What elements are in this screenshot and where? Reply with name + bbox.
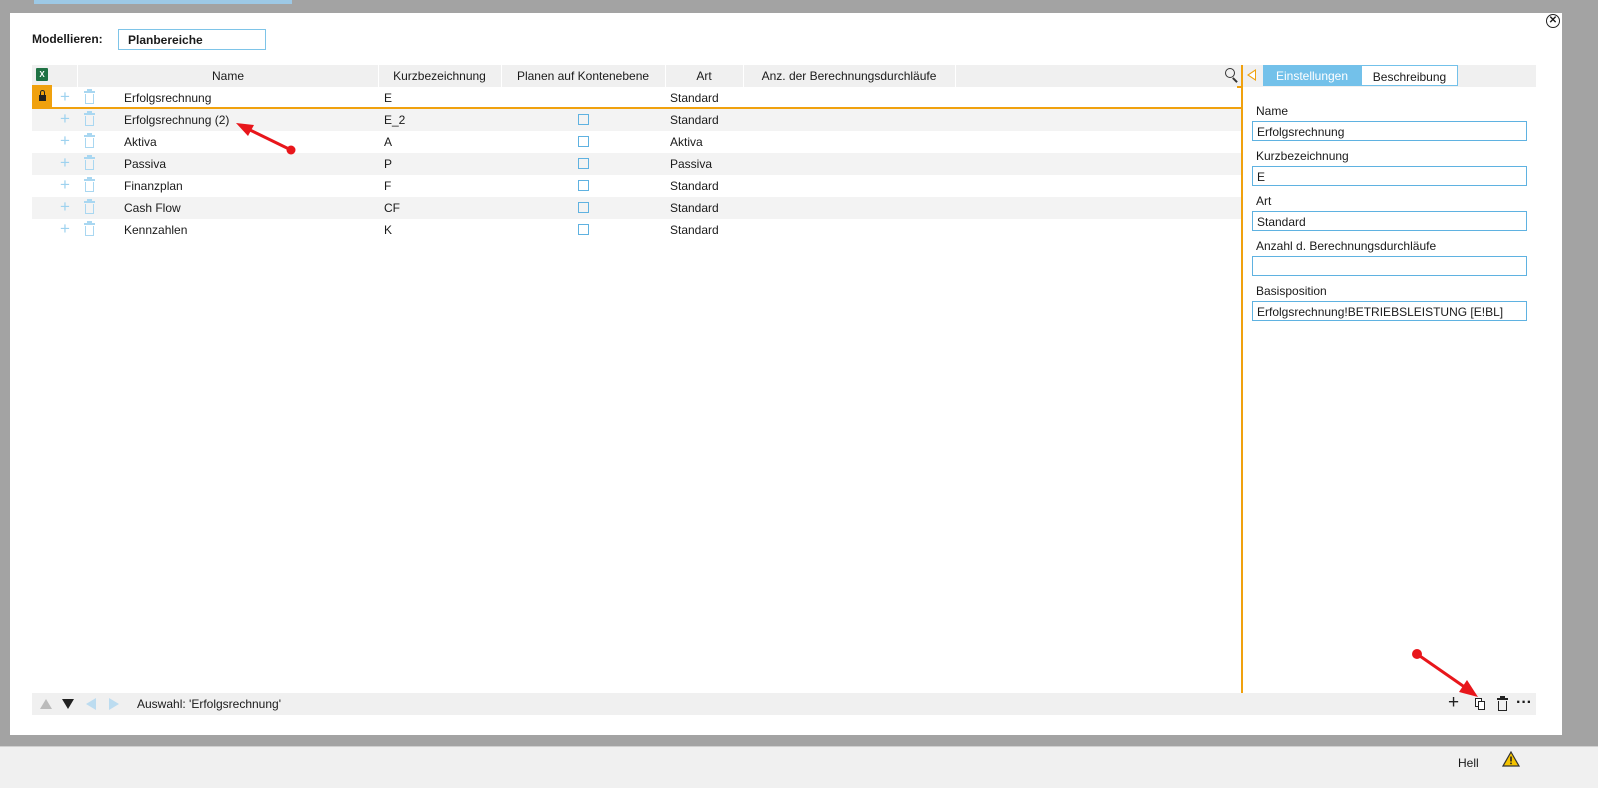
anzahl-field[interactable] xyxy=(1252,256,1527,276)
tab-einstellungen[interactable]: Einstellungen xyxy=(1263,65,1361,86)
delete-trash-icon[interactable] xyxy=(1497,696,1508,711)
cell-kurz: A xyxy=(384,135,393,149)
add-plus-icon[interactable]: + xyxy=(1448,693,1459,713)
column-header-anz-berechnungsdurchlaeufe[interactable]: Anz. der Berechnungsdurchläufe xyxy=(743,69,955,83)
delete-row-trash-icon[interactable] xyxy=(84,177,95,192)
cell-art: Standard xyxy=(670,91,719,105)
cell-kurz: E_2 xyxy=(384,113,406,127)
window-tab-indicator xyxy=(34,0,292,4)
add-row-plus-icon[interactable]: + xyxy=(60,110,70,128)
table-row[interactable]: + Finanzplan F Standard xyxy=(32,175,1241,197)
close-icon[interactable]: ✕ xyxy=(1546,14,1560,28)
delete-row-trash-icon[interactable] xyxy=(84,199,95,214)
more-icon[interactable]: ··· xyxy=(1516,694,1532,712)
name-field[interactable]: Erfolgsrechnung xyxy=(1252,121,1527,141)
field-label-kurzbezeichnung: Kurzbezeichnung xyxy=(1256,149,1349,163)
cell-name: Aktiva xyxy=(124,135,157,149)
kurzbezeichnung-field[interactable]: E xyxy=(1252,166,1527,186)
cell-art: Standard xyxy=(670,113,719,127)
planen-checkbox[interactable] xyxy=(578,180,589,191)
add-row-plus-icon[interactable]: + xyxy=(60,88,70,106)
cell-art: Aktiva xyxy=(670,135,703,149)
nav-down-icon[interactable] xyxy=(62,699,74,709)
excel-icon[interactable]: X xyxy=(36,68,48,81)
nav-first-icon[interactable] xyxy=(40,699,52,709)
cell-kurz: K xyxy=(384,223,393,237)
column-header-planen-auf-kontenebene[interactable]: Planen auf Kontenebene xyxy=(501,69,665,83)
add-row-plus-icon[interactable]: + xyxy=(60,132,70,150)
lock-icon xyxy=(32,85,52,107)
copy-icon[interactable] xyxy=(1475,698,1485,710)
column-header-kurzbezeichnung[interactable]: Kurzbezeichnung xyxy=(378,69,501,83)
delete-row-trash-icon[interactable] xyxy=(84,133,95,148)
cell-art: Standard xyxy=(670,179,719,193)
field-label-art: Art xyxy=(1256,194,1272,208)
selection-frame-bottom xyxy=(32,107,1243,109)
cell-name: Erfolgsrechnung (2) xyxy=(124,113,230,127)
planen-checkbox[interactable] xyxy=(578,202,589,213)
add-row-plus-icon[interactable]: + xyxy=(60,198,70,216)
add-row-plus-icon[interactable]: + xyxy=(60,154,70,172)
delete-row-trash-icon[interactable] xyxy=(84,221,95,236)
basisposition-field[interactable]: Erfolgsrechnung!BETRIEBSLEISTUNG [E!BL] xyxy=(1252,301,1527,321)
add-row-plus-icon[interactable]: + xyxy=(60,220,70,238)
cell-art: Standard xyxy=(670,223,719,237)
modellieren-field[interactable]: Planbereiche xyxy=(118,29,266,50)
side-panel-header: Einstellungen Beschreibung xyxy=(1243,65,1536,87)
field-label-basisposition: Basisposition xyxy=(1256,284,1327,298)
app-status-bar: Hell xyxy=(0,746,1598,788)
grid-header: X Name Kurzbezeichnung Planen auf Konten… xyxy=(32,65,1241,87)
tab-beschreibung[interactable]: Beschreibung xyxy=(1361,65,1458,86)
column-header-name[interactable]: Name xyxy=(78,69,378,83)
bottom-toolbar: Auswahl: 'Erfolgsrechnung' + ··· xyxy=(32,693,1536,715)
cell-art: Passiva xyxy=(670,157,713,171)
planbereiche-dialog: ✕ Modellieren: Planbereiche X Name Kurzb… xyxy=(10,13,1562,735)
table-row[interactable]: + Kennzahlen K Standard xyxy=(32,219,1241,241)
field-label-anzahl: Anzahl d. Berechnungsdurchläufe xyxy=(1256,239,1437,253)
planen-checkbox[interactable] xyxy=(578,136,589,147)
cell-name: Cash Flow xyxy=(124,201,181,215)
modellieren-label: Modellieren: xyxy=(32,32,103,46)
cell-name: Passiva xyxy=(124,157,167,171)
table-row[interactable]: + Passiva P Passiva xyxy=(32,153,1241,175)
table-row[interactable]: + Erfolgsrechnung (2) E_2 Standard xyxy=(32,109,1241,131)
table-row[interactable]: + Aktiva A Aktiva xyxy=(32,131,1241,153)
warning-icon[interactable] xyxy=(1502,751,1520,767)
cell-kurz: F xyxy=(384,179,392,193)
selection-frame-divider xyxy=(1241,65,1243,694)
table-row[interactable]: + Cash Flow CF Standard xyxy=(32,197,1241,219)
theme-label[interactable]: Hell xyxy=(1458,756,1479,770)
table-row[interactable]: + Erfolgsrechnung E Standard xyxy=(32,85,1241,109)
nav-prev-icon[interactable] xyxy=(86,698,96,710)
cell-kurz: P xyxy=(384,157,393,171)
cell-kurz: E xyxy=(384,91,393,105)
cell-art: Standard xyxy=(670,201,719,215)
cell-name: Erfolgsrechnung xyxy=(124,91,212,105)
search-icon[interactable] xyxy=(1225,68,1239,83)
planen-checkbox[interactable] xyxy=(578,224,589,235)
art-field[interactable]: Standard xyxy=(1252,211,1527,231)
cell-kurz: CF xyxy=(384,201,400,215)
planen-checkbox[interactable] xyxy=(578,158,589,169)
delete-row-trash-icon[interactable] xyxy=(84,89,95,104)
planen-checkbox[interactable] xyxy=(578,114,589,125)
add-row-plus-icon[interactable]: + xyxy=(60,176,70,194)
collapse-arrow-icon[interactable] xyxy=(1247,69,1256,81)
delete-row-trash-icon[interactable] xyxy=(84,111,95,126)
selection-status: Auswahl: 'Erfolgsrechnung' xyxy=(137,697,281,711)
field-label-name: Name xyxy=(1256,104,1289,118)
delete-row-trash-icon[interactable] xyxy=(84,155,95,170)
column-header-art[interactable]: Art xyxy=(665,69,743,83)
cell-name: Finanzplan xyxy=(124,179,183,193)
cell-name: Kennzahlen xyxy=(124,223,188,237)
nav-next-icon[interactable] xyxy=(109,698,119,710)
